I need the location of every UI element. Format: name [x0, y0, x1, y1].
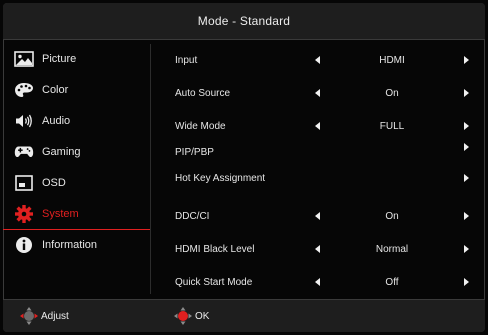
- sidebar-item-color[interactable]: Color: [3, 75, 150, 106]
- osd-footer: Adjust OK: [3, 300, 485, 332]
- palette-icon: [14, 81, 34, 99]
- sidebar-item-system[interactable]: System: [3, 199, 150, 230]
- arrow-right-icon[interactable]: [464, 245, 469, 253]
- dpad-adjust-icon: [20, 307, 38, 325]
- arrow-right-icon[interactable]: [464, 122, 469, 130]
- sidebar-item-gaming[interactable]: Gaming: [3, 137, 150, 168]
- sidebar-item-osd[interactable]: OSD: [3, 168, 150, 199]
- setting-label: Auto Source: [175, 88, 231, 99]
- sidebar: Picture Color Audio Gaming OSD System In…: [3, 44, 150, 261]
- arrow-right-icon[interactable]: [464, 174, 469, 182]
- mode-title: Mode - Standard: [197, 14, 291, 28]
- setting-label: Wide Mode: [175, 121, 226, 132]
- sidebar-item-label: OSD: [42, 177, 66, 189]
- setting-hot-key-assignment[interactable]: Hot Key Assignment: [151, 173, 485, 196]
- sidebar-item-information[interactable]: Information: [3, 230, 150, 261]
- sidebar-item-label: Color: [42, 84, 69, 96]
- setting-auto-source[interactable]: Auto Source On: [151, 77, 485, 110]
- gamepad-icon: [14, 143, 34, 161]
- setting-value: On: [385, 211, 399, 222]
- setting-ddc-ci[interactable]: DDC/CI On: [151, 200, 485, 233]
- footer-adjust: Adjust: [19, 306, 69, 326]
- sidebar-item-label: Audio: [42, 115, 71, 127]
- system-settings-list: Input HDMI Auto Source On Wide Mode FULL…: [151, 44, 485, 299]
- osd-icon: [14, 174, 34, 192]
- sidebar-item-label: System: [42, 208, 79, 220]
- setting-hdmi-black-level[interactable]: HDMI Black Level Normal: [151, 233, 485, 266]
- setting-label: DDC/CI: [175, 211, 210, 222]
- sidebar-item-label: Picture: [42, 53, 77, 65]
- setting-pip-pbp[interactable]: PIP/PBP: [151, 143, 485, 176]
- setting-value: On: [385, 88, 399, 99]
- sidebar-item-label: Information: [42, 239, 98, 251]
- picture-icon: [14, 50, 34, 68]
- arrow-left-icon[interactable]: [315, 122, 320, 130]
- setting-value: Normal: [375, 244, 409, 255]
- arrow-right-icon[interactable]: [464, 56, 469, 64]
- setting-quick-start-mode[interactable]: Quick Start Mode Off: [151, 266, 485, 299]
- setting-wide-mode[interactable]: Wide Mode FULL: [151, 110, 485, 143]
- footer-adjust-label: Adjust: [41, 310, 69, 322]
- sidebar-item-picture[interactable]: Picture: [3, 44, 150, 75]
- setting-label: Hot Key Assignment: [175, 173, 266, 184]
- footer-ok: OK: [173, 306, 209, 326]
- setting-label: Quick Start Mode: [175, 277, 253, 288]
- info-icon: [14, 236, 34, 254]
- arrow-right-icon[interactable]: [464, 89, 469, 97]
- setting-input[interactable]: Input HDMI: [151, 44, 485, 77]
- arrow-left-icon[interactable]: [315, 245, 320, 253]
- setting-value: FULL: [379, 121, 405, 132]
- arrow-right-icon[interactable]: [464, 278, 469, 286]
- gear-icon: [14, 205, 34, 223]
- sidebar-item-label: Gaming: [42, 146, 81, 158]
- sidebar-item-audio[interactable]: Audio: [3, 106, 150, 137]
- setting-label: HDMI Black Level: [175, 244, 255, 255]
- osd-menu: Mode - Standard Picture Color Audio Gami…: [0, 0, 488, 335]
- setting-value: Off: [385, 277, 399, 288]
- dpad-ok-icon: [174, 307, 192, 325]
- arrow-left-icon[interactable]: [315, 89, 320, 97]
- setting-value: HDMI: [379, 55, 405, 66]
- osd-header: Mode - Standard: [3, 3, 485, 40]
- arrow-left-icon[interactable]: [315, 212, 320, 220]
- setting-label: Input: [175, 55, 198, 66]
- speaker-icon: [14, 112, 34, 130]
- setting-label: PIP/PBP: [175, 147, 214, 158]
- arrow-right-icon[interactable]: [464, 143, 469, 151]
- arrow-left-icon[interactable]: [315, 278, 320, 286]
- footer-ok-label: OK: [195, 310, 210, 322]
- arrow-left-icon[interactable]: [315, 56, 320, 64]
- arrow-right-icon[interactable]: [464, 212, 469, 220]
